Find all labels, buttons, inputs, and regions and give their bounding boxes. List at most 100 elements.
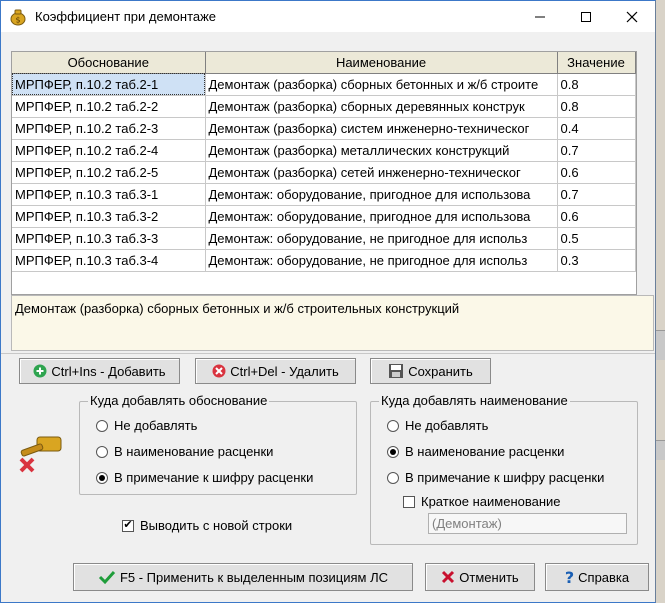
maximize-icon bbox=[581, 11, 591, 22]
basis-cell[interactable]: МРПФЕР, п.10.2 таб.2-1 bbox=[12, 73, 206, 96]
cancel-button[interactable]: Отменить bbox=[425, 563, 535, 591]
name-radio[interactable] bbox=[387, 445, 399, 458]
basis-radio[interactable] bbox=[96, 471, 108, 484]
delete-button[interactable]: Ctrl+Del - Удалить bbox=[195, 358, 356, 384]
save-button[interactable]: Сохранить bbox=[370, 358, 491, 384]
name-radio[interactable] bbox=[387, 419, 399, 432]
name-option[interactable]: Не добавлять bbox=[387, 418, 488, 433]
new-line-checkbox[interactable]: ✔ Выводить с новой строки bbox=[122, 518, 292, 533]
title-bar: $ Коэффициент при демонтаже bbox=[1, 1, 655, 32]
column-header-value[interactable]: Значение bbox=[557, 52, 636, 74]
close-button[interactable] bbox=[609, 1, 655, 32]
basis-option[interactable]: Не добавлять bbox=[96, 418, 197, 433]
new-line-check-box[interactable]: ✔ bbox=[122, 519, 134, 532]
short-name-input[interactable]: (Демонтаж) bbox=[428, 513, 627, 534]
name-cell[interactable]: Демонтаж (разборка) систем инженерно-тех… bbox=[205, 117, 558, 140]
svg-text:$: $ bbox=[15, 16, 20, 25]
basis-cell[interactable]: МРПФЕР, п.10.2 таб.2-2 bbox=[12, 95, 206, 118]
name-cell[interactable]: Демонтаж (разборка) металлических констр… bbox=[205, 139, 558, 162]
name-cell[interactable]: Демонтаж: оборудование, не пригодное для… bbox=[205, 227, 558, 250]
table-row[interactable]: МРПФЕР, п.10.2 таб.2-5 Демонтаж (разборка… bbox=[12, 161, 636, 184]
apply-button[interactable]: F5 - Применить к выделенным позициям ЛС bbox=[73, 563, 413, 591]
value-cell[interactable]: 0.8 bbox=[557, 73, 636, 96]
coefficient-table: Обоснование Наименование Значение МРПФЕР… bbox=[12, 52, 636, 272]
table-row[interactable]: МРПФЕР, п.10.2 таб.2-2 Демонтаж (разборка… bbox=[12, 95, 636, 118]
name-cell[interactable]: Демонтаж: оборудование, пригодное для ис… bbox=[205, 205, 558, 228]
basis-cell[interactable]: МРПФЕР, п.10.2 таб.2-3 bbox=[12, 117, 206, 140]
value-cell[interactable]: 0.6 bbox=[557, 161, 636, 184]
basis-option[interactable]: В примечание к шифру расценки bbox=[96, 470, 313, 485]
basis-option-label: Не добавлять bbox=[114, 418, 198, 433]
cancel-x-icon bbox=[442, 570, 455, 584]
add-button[interactable]: Ctrl+Ins - Добавить bbox=[19, 358, 180, 384]
name-option-label: В примечание к шифру расценки bbox=[405, 470, 605, 485]
delete-icon bbox=[212, 364, 226, 378]
short-name-label: Краткое наименование bbox=[421, 494, 561, 509]
add-icon bbox=[33, 364, 47, 378]
name-option-label: Не добавлять bbox=[405, 418, 489, 433]
table-row[interactable]: МРПФЕР, п.10.3 таб.3-2 Демонтаж: оборудов… bbox=[12, 205, 636, 228]
table-row[interactable]: МРПФЕР, п.10.3 таб.3-1 Демонтаж: оборудов… bbox=[12, 183, 636, 206]
column-header-name[interactable]: Наименование bbox=[205, 52, 558, 74]
close-icon bbox=[626, 11, 638, 22]
basis-option[interactable]: В наименование расценки bbox=[96, 444, 273, 459]
maximize-button[interactable] bbox=[563, 1, 609, 32]
value-cell[interactable]: 0.3 bbox=[557, 249, 636, 272]
save-icon bbox=[389, 364, 404, 378]
value-cell[interactable]: 0.8 bbox=[557, 95, 636, 118]
basis-option-label: В примечание к шифру расценки bbox=[114, 470, 314, 485]
gavel-icon bbox=[15, 429, 67, 477]
table-row[interactable]: МРПФЕР, п.10.2 таб.2-1 Демонтаж (разборка… bbox=[12, 73, 636, 96]
value-cell[interactable]: 0.4 bbox=[557, 117, 636, 140]
basis-option-label: В наименование расценки bbox=[114, 444, 274, 459]
basis-cell[interactable]: МРПФЕР, п.10.2 таб.2-5 bbox=[12, 161, 206, 184]
short-name-check-box[interactable] bbox=[403, 495, 415, 508]
name-option-label: В наименование расценки bbox=[405, 444, 565, 459]
value-cell[interactable]: 0.7 bbox=[557, 183, 636, 206]
coefficient-grid[interactable]: Обоснование Наименование Значение МРПФЕР… bbox=[11, 51, 637, 295]
value-cell[interactable]: 0.5 bbox=[557, 227, 636, 250]
name-group-title: Куда добавлять наименование bbox=[379, 393, 570, 408]
help-icon: ? bbox=[564, 567, 575, 587]
name-option[interactable]: В наименование расценки bbox=[387, 444, 564, 459]
name-cell[interactable]: Демонтаж: оборудование, не пригодное для… bbox=[205, 249, 558, 272]
new-line-label: Выводить с новой строки bbox=[140, 518, 293, 533]
basis-radio[interactable] bbox=[96, 445, 108, 458]
delete-button-label: Ctrl+Del - Удалить bbox=[230, 363, 339, 379]
table-row[interactable]: МРПФЕР, п.10.3 таб.3-3 Демонтаж: оборудов… bbox=[12, 227, 636, 250]
separator bbox=[1, 353, 655, 354]
short-name-checkbox[interactable]: Краткое наименование bbox=[403, 494, 561, 509]
name-cell[interactable]: Демонтаж: оборудование, пригодное для ис… bbox=[205, 183, 558, 206]
radio-selected-dot bbox=[99, 474, 105, 481]
basis-cell[interactable]: МРПФЕР, п.10.3 таб.3-4 bbox=[12, 249, 206, 272]
money-bag-icon: $ bbox=[8, 7, 28, 27]
grid-header-row: Обоснование Наименование Значение bbox=[12, 52, 636, 74]
minimize-icon bbox=[535, 16, 545, 17]
help-button[interactable]: ? Справка bbox=[545, 563, 649, 591]
name-option[interactable]: В примечание к шифру расценки bbox=[387, 470, 604, 485]
basis-cell[interactable]: МРПФЕР, п.10.3 таб.3-1 bbox=[12, 183, 206, 206]
table-row[interactable]: МРПФЕР, п.10.2 таб.2-3 Демонтаж (разборка… bbox=[12, 117, 636, 140]
basis-cell[interactable]: МРПФЕР, п.10.3 таб.3-2 bbox=[12, 205, 206, 228]
checkmark-icon bbox=[98, 570, 116, 585]
name-radio[interactable] bbox=[387, 471, 399, 484]
value-cell[interactable]: 0.6 bbox=[557, 205, 636, 228]
basis-cell[interactable]: МРПФЕР, п.10.2 таб.2-4 bbox=[12, 139, 206, 162]
value-cell[interactable]: 0.7 bbox=[557, 139, 636, 162]
column-header-basis[interactable]: Обоснование bbox=[12, 52, 206, 74]
description-box: Демонтаж (разборка) сборных бетонных и ж… bbox=[11, 295, 654, 351]
basis-radio[interactable] bbox=[96, 419, 108, 432]
apply-button-label: F5 - Применить к выделенным позициям ЛС bbox=[119, 569, 389, 585]
table-row[interactable]: МРПФЕР, п.10.3 таб.3-4 Демонтаж: оборудов… bbox=[12, 249, 636, 272]
name-cell[interactable]: Демонтаж (разборка) сборных бетонных и ж… bbox=[205, 73, 558, 96]
table-row[interactable]: МРПФЕР, п.10.2 таб.2-4 Демонтаж (разборка… bbox=[12, 139, 636, 162]
window-title: Коэффициент при демонтаже bbox=[35, 9, 217, 24]
add-button-label: Ctrl+Ins - Добавить bbox=[51, 363, 166, 379]
basis-cell[interactable]: МРПФЕР, п.10.3 таб.3-3 bbox=[12, 227, 206, 250]
name-cell[interactable]: Демонтаж (разборка) сборных деревянных к… bbox=[205, 95, 558, 118]
minimize-button[interactable] bbox=[517, 1, 563, 32]
radio-selected-dot bbox=[390, 448, 396, 455]
basis-group-title: Куда добавлять обоснование bbox=[88, 393, 270, 408]
name-cell[interactable]: Демонтаж (разборка) сетей инженерно-техн… bbox=[205, 161, 558, 184]
help-button-label: Справка bbox=[578, 569, 630, 585]
